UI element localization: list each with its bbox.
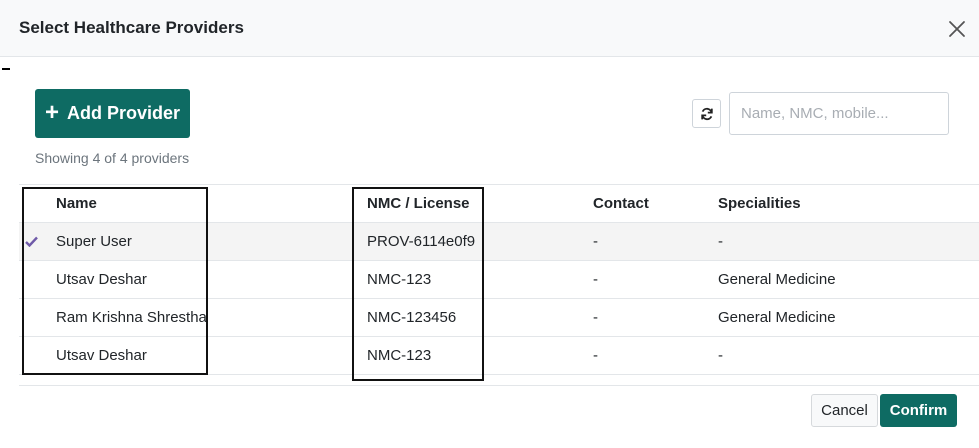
add-provider-label: Add Provider (66, 103, 181, 123)
provider-name: Utsav Deshar (56, 271, 147, 288)
provider-contact: - (593, 271, 598, 288)
provider-contact: - (593, 347, 598, 364)
modal-header: Select Healthcare Providers (0, 0, 979, 57)
table-row[interactable]: Ram Krishna Shrestha NMC-123456 - Genera… (19, 299, 979, 337)
provider-nmc: PROV-6114e0f9 (367, 233, 476, 250)
close-icon (949, 21, 965, 37)
provider-name: Utsav Deshar (56, 347, 147, 364)
provider-nmc: NMC-123 (367, 271, 432, 288)
footer-divider (19, 385, 979, 386)
table-row[interactable]: Utsav Deshar NMC-123 - - (19, 337, 979, 375)
provider-speciality: General Medicine (718, 271, 836, 288)
provider-contact: - (593, 309, 598, 326)
provider-count: Showing 4 of 4 providers (35, 150, 190, 166)
provider-nmc: NMC-123456 (367, 309, 457, 326)
refresh-button[interactable] (692, 99, 721, 128)
column-header-contact: Contact (593, 195, 649, 212)
provider-name: Super User (56, 233, 132, 250)
column-header-nmc: NMC / License (367, 195, 470, 212)
table-row[interactable]: Super User PROV-6114e0f9 - - (19, 223, 979, 261)
refresh-icon (700, 107, 713, 120)
column-header-specialities: Specialities (718, 195, 801, 212)
modal-title: Select Healthcare Providers (19, 18, 244, 37)
column-header-name: Name (56, 195, 97, 212)
check-icon (25, 223, 39, 260)
provider-speciality: - (718, 233, 723, 250)
search-input[interactable] (729, 92, 949, 135)
plus-icon: + (44, 98, 59, 126)
provider-speciality: General Medicine (718, 309, 836, 326)
cancel-button[interactable]: Cancel (811, 394, 878, 427)
add-provider-button[interactable]: + Add Provider (35, 89, 190, 138)
confirm-button[interactable]: Confirm (880, 394, 957, 427)
provider-speciality: - (718, 347, 723, 364)
close-button[interactable] (946, 18, 968, 40)
table-row[interactable]: Utsav Deshar NMC-123 - General Medicine (19, 261, 979, 299)
provider-nmc: NMC-123 (367, 347, 432, 364)
stray-mark (2, 68, 10, 70)
provider-name: Ram Krishna Shrestha (56, 309, 207, 326)
table-header-row: Name NMC / License Contact Specialities (19, 184, 979, 223)
providers-table: Name NMC / License Contact Specialities … (19, 184, 979, 375)
provider-contact: - (593, 233, 598, 250)
